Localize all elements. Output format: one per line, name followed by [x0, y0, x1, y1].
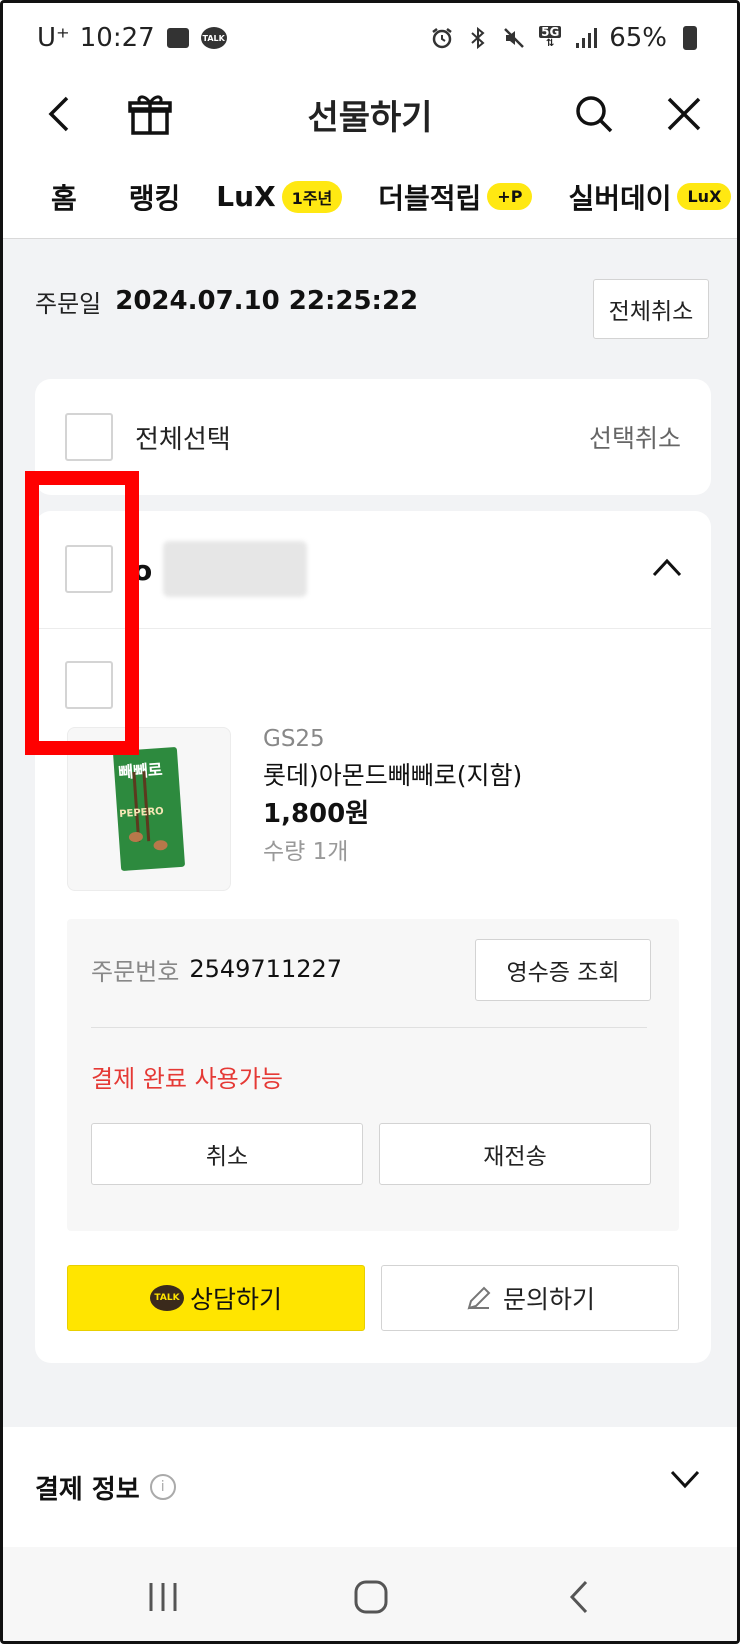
battery-icon	[677, 25, 703, 51]
phone-screen: U⁺ 10:27 TALK 5G ⇅ 65% 선물하기 홈 랭킹 LuX 1주년…	[0, 0, 740, 1644]
cancel-button[interactable]: 취소	[91, 1123, 363, 1185]
product-info: GS25 롯데)아몬드빼빼로(지함) 1,800원 수량 1개	[263, 721, 522, 871]
view-receipt-button[interactable]: 영수증 조회	[475, 939, 651, 1001]
cancel-all-button[interactable]: 전체취소	[593, 279, 709, 339]
product-name[interactable]: 롯데)아몬드빼빼로(지함)	[263, 757, 522, 795]
chevron-up-icon[interactable]	[651, 555, 683, 579]
pepero-image: 빼빼로 PEPERO	[112, 746, 186, 872]
tab-lux[interactable]: LuX 1주년	[216, 180, 343, 213]
gallery-icon	[165, 25, 191, 51]
home-icon	[354, 1580, 388, 1614]
carrier-label: U⁺	[37, 23, 70, 53]
order-detail-box: 주문번호 2549711227 영수증 조회 결제 완료 사용가능 취소 재전송	[67, 919, 679, 1231]
back-button[interactable]	[25, 73, 95, 155]
redacted-name	[163, 541, 307, 597]
order-number-value: 2549711227	[189, 955, 343, 983]
pencil-icon	[467, 1286, 491, 1310]
resend-button[interactable]: 재전송	[379, 1123, 651, 1185]
deselect-button[interactable]: 선택취소	[589, 379, 681, 495]
network-5g-icon: 5G ⇅	[539, 25, 562, 49]
tab-badge: LuX	[677, 183, 732, 210]
category-tabs: 홈 랭킹 LuX 1주년 더블적립 +P 실버데이 LuX	[3, 155, 737, 239]
clock: 10:27	[79, 23, 155, 53]
system-back-button[interactable]	[529, 1547, 629, 1641]
kakaotalk-icon: TALK	[149, 1285, 184, 1311]
order-date-value: 2024.07.10 22:25:22	[115, 286, 419, 316]
payment-info-title: 결제 정보	[35, 1474, 140, 1505]
divider	[91, 1027, 647, 1028]
select-all-label[interactable]: 전체선택	[135, 379, 231, 495]
kakaotalk-notification-icon: TALK	[200, 25, 227, 51]
product-quantity: 수량 1개	[263, 839, 349, 865]
back-icon	[569, 1580, 588, 1614]
battery-percent: 65%	[609, 23, 667, 53]
gift-button[interactable]	[115, 73, 185, 155]
signal-icon	[573, 25, 599, 51]
payment-info-section[interactable]: 결제 정보 i	[3, 1427, 737, 1547]
tab-double-points[interactable]: 더블적립 +P	[378, 177, 533, 217]
recent-apps-button[interactable]	[113, 1547, 213, 1641]
tab-silver-day[interactable]: 실버데이 LuX	[568, 177, 732, 217]
tab-badge: 1주년	[281, 180, 343, 213]
mute-icon	[501, 25, 527, 51]
search-button[interactable]	[559, 73, 629, 155]
highlight-box	[25, 471, 139, 755]
system-nav-bar	[3, 1547, 737, 1641]
chevron-left-icon	[48, 96, 69, 132]
search-icon	[576, 96, 613, 133]
status-bar: U⁺ 10:27 TALK 5G ⇅ 65%	[3, 3, 737, 73]
alarm-icon	[429, 25, 455, 51]
recent-apps-icon	[149, 1583, 177, 1611]
close-button[interactable]	[649, 73, 719, 155]
close-icon	[667, 97, 701, 131]
tab-home[interactable]: 홈	[51, 177, 77, 217]
consult-label: 상담하기	[189, 1285, 282, 1314]
product-brand: GS25	[263, 726, 325, 752]
payment-status: 결제 완료 사용가능	[91, 1065, 283, 1093]
inquiry-label: 문의하기	[502, 1285, 595, 1314]
inquiry-button[interactable]: 문의하기	[381, 1265, 679, 1331]
order-number-label: 주문번호	[91, 957, 180, 986]
order-date-label: 주문일	[35, 289, 102, 318]
tab-ranking[interactable]: 랭킹	[129, 177, 181, 217]
info-icon[interactable]: i	[149, 1474, 176, 1500]
home-button[interactable]	[321, 1547, 421, 1641]
app-header: 선물하기	[3, 73, 737, 155]
order-date-row: 주문일 2024.07.10 22:25:22 전체취소	[3, 239, 737, 363]
gift-icon	[128, 95, 172, 135]
bluetooth-icon	[465, 25, 491, 51]
consult-button[interactable]: TALK 상담하기	[67, 1265, 365, 1331]
tab-badge: +P	[487, 183, 533, 210]
order-number: 주문번호 2549711227	[91, 939, 342, 999]
select-all-checkbox[interactable]	[65, 413, 113, 461]
chevron-down-icon[interactable]	[669, 1467, 701, 1491]
product-price: 1,800원	[263, 799, 370, 829]
